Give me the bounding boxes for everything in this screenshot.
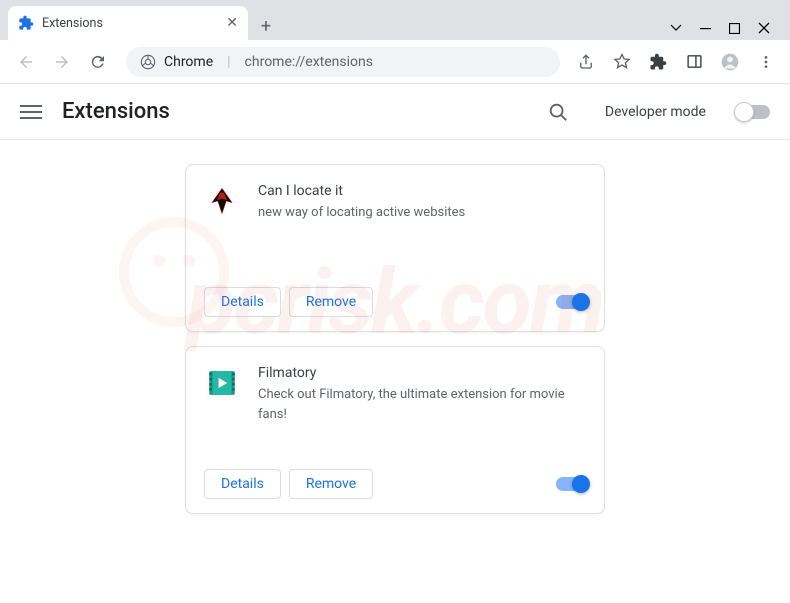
window-titlebar: Extensions ✕ + (0, 0, 790, 40)
extension-card: Can I locate it new way of locating acti… (185, 164, 605, 332)
puzzle-icon (18, 15, 34, 31)
developer-mode-label: Developer mode (605, 104, 706, 120)
remove-button[interactable]: Remove (289, 287, 373, 317)
extension-icon (204, 365, 240, 401)
extension-icon (204, 183, 240, 219)
reload-button[interactable] (84, 48, 112, 76)
bookmark-star-icon[interactable] (610, 50, 634, 74)
forward-button[interactable] (48, 48, 76, 76)
close-tab-icon[interactable]: ✕ (226, 15, 238, 31)
extension-toggle[interactable] (556, 477, 586, 491)
extensions-list: Can I locate it new way of locating acti… (0, 140, 790, 538)
address-bar[interactable]: Chrome | chrome://extensions (126, 47, 560, 77)
search-icon[interactable] (547, 101, 569, 123)
developer-mode-toggle[interactable] (736, 105, 770, 119)
close-window-button[interactable] (758, 22, 770, 34)
back-button[interactable] (12, 48, 40, 76)
menu-dots-icon[interactable] (754, 50, 778, 74)
url-path: chrome://extensions (245, 54, 373, 70)
dropdown-icon[interactable] (670, 22, 682, 34)
extension-name: Can I locate it (258, 183, 586, 199)
tab-title: Extensions (42, 16, 218, 31)
share-icon[interactable] (574, 50, 598, 74)
maximize-button[interactable] (729, 23, 740, 34)
browser-tab[interactable]: Extensions ✕ (8, 6, 248, 40)
profile-avatar-icon[interactable] (718, 50, 742, 74)
url-origin: Chrome (164, 54, 213, 70)
extension-description: Check out Filmatory, the ultimate extens… (258, 385, 586, 424)
minimize-button[interactable] (700, 23, 711, 34)
extension-toggle[interactable] (556, 295, 586, 309)
extension-description: new way of locating active websites (258, 203, 586, 223)
extensions-header: Extensions Developer mode (0, 84, 790, 140)
browser-toolbar: Chrome | chrome://extensions (0, 40, 790, 84)
page-title: Extensions (62, 99, 527, 124)
new-tab-button[interactable]: + (252, 12, 280, 40)
hamburger-menu-icon[interactable] (20, 101, 42, 123)
extensions-puzzle-icon[interactable] (646, 50, 670, 74)
remove-button[interactable]: Remove (289, 469, 373, 499)
extension-card: Filmatory Check out Filmatory, the ultim… (185, 346, 605, 514)
details-button[interactable]: Details (204, 287, 281, 317)
details-button[interactable]: Details (204, 469, 281, 499)
window-controls (670, 22, 782, 40)
extension-name: Filmatory (258, 365, 586, 381)
chrome-logo-icon (140, 54, 156, 70)
sidepanel-icon[interactable] (682, 50, 706, 74)
